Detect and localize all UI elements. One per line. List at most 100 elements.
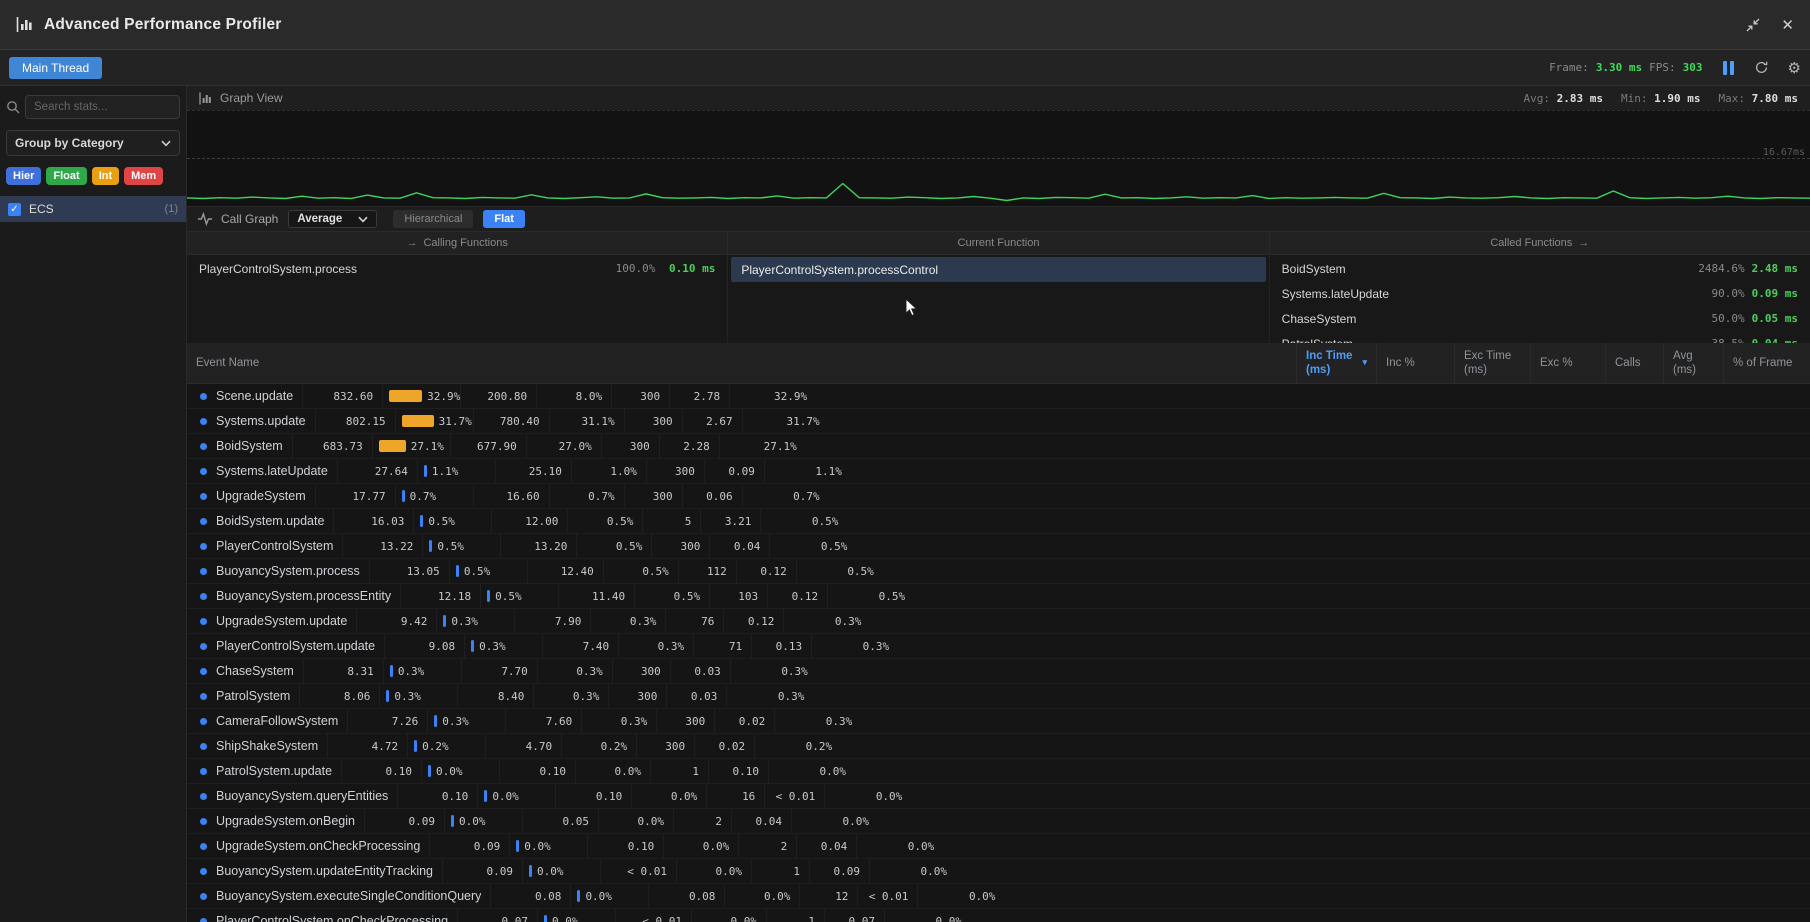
table-row[interactable]: BuoyancySystem.process13.050.5%12.400.5%…	[187, 559, 1810, 584]
cell-inc-percent: 0.0%	[523, 859, 601, 883]
cell-inc-percent: 0.3%	[380, 684, 458, 708]
event-name: Systems.update	[216, 414, 306, 428]
table-row[interactable]: Systems.lateUpdate27.641.1%25.101.0%3000…	[187, 459, 1810, 484]
table-row[interactable]: PatrolSystem8.060.3%8.400.3%3000.030.3%	[187, 684, 1810, 709]
event-name: BuoyancySystem.process	[216, 564, 360, 578]
frame-stats: Frame: 3.30 ms FPS: 303 ⚙	[1549, 59, 1801, 77]
cell-avg: 2.67	[683, 409, 743, 433]
cell-inc-time: 0.09	[430, 834, 510, 858]
chevron-down-icon	[161, 140, 171, 147]
column-header-exc-pct[interactable]: Exc %	[1531, 343, 1606, 383]
table-row[interactable]: PlayerControlSystem13.220.5%13.200.5%300…	[187, 534, 1810, 559]
table-row[interactable]: ChaseSystem8.310.3%7.700.3%3000.030.3%	[187, 659, 1810, 684]
filter-chip-float[interactable]: Float	[46, 167, 86, 185]
table-row[interactable]: PlayerControlSystem.onCheckProcessing0.0…	[187, 909, 1810, 922]
checkbox[interactable]: ✓	[8, 203, 21, 216]
table-row[interactable]: BoidSystem683.7327.1%677.9027.0%3002.282…	[187, 434, 1810, 459]
table-row[interactable]: Scene.update832.6032.9%200.808.0%3002.78…	[187, 384, 1810, 409]
aggregation-select[interactable]: Average	[288, 210, 377, 228]
table-row[interactable]: PatrolSystem.update0.100.0%0.100.0%10.10…	[187, 759, 1810, 784]
cell-inc-percent: 0.5%	[423, 534, 501, 558]
column-header-name[interactable]: Event Name	[187, 343, 1297, 383]
column-header-exc-time[interactable]: Exc Time (ms)	[1455, 343, 1531, 383]
table-row[interactable]: UpgradeSystem.update9.420.3%7.900.3%760.…	[187, 609, 1810, 634]
frame-label: Frame:	[1549, 61, 1589, 74]
event-name: PlayerControlSystem	[216, 539, 333, 553]
cell-exc-percent: 0.0%	[576, 759, 651, 783]
cell-inc-time: 4.72	[328, 734, 408, 758]
group-by-select[interactable]: Group by Category	[6, 130, 180, 156]
called-function-row[interactable]: ChaseSystem50.0%0.05 ms	[1270, 306, 1810, 331]
cell-calls: 1	[767, 909, 825, 922]
table-row[interactable]: BuoyancySystem.executeSingleConditionQue…	[187, 884, 1810, 909]
table-row[interactable]: BoidSystem.update16.030.5%12.000.5%53.21…	[187, 509, 1810, 534]
cell-exc-percent: 31.1%	[550, 409, 625, 433]
cell-frame-percent: 0.5%	[761, 509, 847, 533]
table-row[interactable]: PlayerControlSystem.update9.080.3%7.400.…	[187, 634, 1810, 659]
cell-avg: 0.02	[715, 709, 775, 733]
table-row[interactable]: BuoyancySystem.updateEntityTracking0.090…	[187, 859, 1810, 884]
settings-gear-icon[interactable]: ⚙	[1788, 59, 1801, 77]
refresh-icon[interactable]	[1754, 60, 1769, 75]
cell-exc-percent: 0.0%	[632, 784, 707, 808]
cell-inc-percent: 0.3%	[428, 709, 506, 733]
cell-inc-percent: 0.3%	[384, 659, 462, 683]
restore-window-button[interactable]	[1745, 17, 1761, 33]
pause-button[interactable]	[1722, 61, 1735, 75]
column-header-frame-pct[interactable]: % of Frame	[1724, 343, 1810, 383]
thread-tab-main[interactable]: Main Thread	[9, 57, 102, 79]
filter-chip-int[interactable]: Int	[92, 167, 119, 185]
cell-calls: 300	[609, 684, 667, 708]
table-row[interactable]: BuoyancySystem.queryEntities0.100.0%0.10…	[187, 784, 1810, 809]
called-function-row[interactable]: BoidSystem2484.6%2.48 ms	[1270, 256, 1810, 281]
table-row[interactable]: CameraFollowSystem7.260.3%7.600.3%3000.0…	[187, 709, 1810, 734]
event-dot-icon	[200, 618, 207, 625]
table-row[interactable]: Systems.update802.1531.7%780.4031.1%3002…	[187, 409, 1810, 434]
cell-exc-percent: 0.0%	[725, 884, 800, 908]
filter-chip-hier[interactable]: Hier	[6, 167, 41, 185]
current-function[interactable]: PlayerControlSystem.processControl	[731, 257, 1265, 282]
table-row[interactable]: UpgradeSystem.onCheckProcessing0.090.0%0…	[187, 834, 1810, 859]
cell-exc-time: 7.90	[515, 609, 591, 633]
filter-chip-mem[interactable]: Mem	[124, 167, 163, 185]
cell-exc-time: 25.10	[496, 459, 572, 483]
graph-stats: Avg: 2.83 msMin: 1.90 msMax: 7.80 ms	[1524, 92, 1798, 105]
cell-frame-percent: 0.3%	[727, 684, 813, 708]
event-dot-icon	[200, 543, 207, 550]
frame-time-graph[interactable]: 16.67ms	[187, 110, 1810, 206]
call-percent: 2484.6%	[1698, 262, 1744, 275]
flat-button[interactable]: Flat	[483, 210, 525, 228]
inc-percent-bar	[577, 890, 580, 902]
table-row[interactable]: UpgradeSystem17.770.7%16.600.7%3000.060.…	[187, 484, 1810, 509]
table-row[interactable]: BuoyancySystem.processEntity12.180.5%11.…	[187, 584, 1810, 609]
cell-avg: 0.09	[705, 459, 765, 483]
column-header-avg[interactable]: Avg (ms)	[1664, 343, 1724, 383]
event-dot-icon	[200, 593, 207, 600]
column-header-inc-pct[interactable]: Inc %	[1377, 343, 1455, 383]
event-dot-icon	[200, 818, 207, 825]
called-function-row[interactable]: PatrolSystem38.5%0.04 ms	[1270, 331, 1810, 343]
table-row[interactable]: UpgradeSystem.onBegin0.090.0%0.050.0%20.…	[187, 809, 1810, 834]
table-row[interactable]: ShipShakeSystem4.720.2%4.700.2%3000.020.…	[187, 734, 1810, 759]
called-function-row[interactable]: Systems.lateUpdate90.0%0.09 ms	[1270, 281, 1810, 306]
cell-exc-percent: 0.5%	[604, 559, 679, 583]
graph-stat: Max: 7.80 ms	[1719, 92, 1798, 105]
category-row[interactable]: ✓ECS(1)	[0, 196, 186, 222]
calling-function-row[interactable]: PlayerControlSystem.process 100.0% 0.10 …	[187, 256, 727, 281]
cell-exc-percent: 0.5%	[577, 534, 652, 558]
close-icon[interactable]: ✕	[1781, 16, 1794, 34]
event-dot-icon	[200, 668, 207, 675]
cell-inc-percent: 0.5%	[450, 559, 528, 583]
event-dot-icon	[200, 918, 207, 922]
cell-calls: 300	[613, 659, 671, 683]
column-header-calls[interactable]: Calls	[1606, 343, 1664, 383]
cell-avg: < 0.01	[765, 784, 825, 808]
column-header-inc-time[interactable]: Inc Time (ms)▾	[1297, 343, 1377, 383]
cell-inc-time: 0.07	[458, 909, 538, 922]
hierarchical-button[interactable]: Hierarchical	[393, 210, 473, 228]
cell-inc-percent: 27.1%	[373, 434, 451, 458]
cell-exc-percent: 0.0%	[664, 834, 739, 858]
event-name: UpgradeSystem.onCheckProcessing	[216, 839, 420, 853]
search-input[interactable]	[25, 95, 180, 119]
cell-inc-time: 802.15	[316, 409, 396, 433]
